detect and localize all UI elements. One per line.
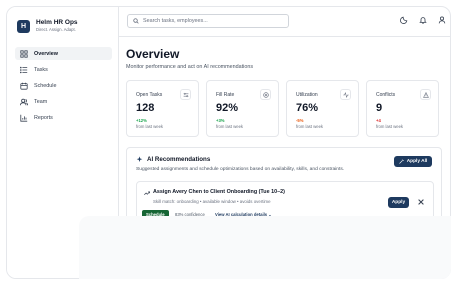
apply-button[interactable]: Apply [388,197,409,208]
users-icon [20,98,28,105]
grid-icon [20,49,28,58]
moon-icon[interactable] [400,16,408,24]
sidebar-nav: Overview Tasks Schedule Team Reports [15,47,112,127]
metric-delta: +4 [376,118,381,123]
list-icon [20,66,28,73]
metric-label: Utilization [296,92,318,98]
sidebar-item-label: Overview [34,50,58,57]
sidebar-item-schedule[interactable]: Schedule [15,79,112,92]
bell-icon[interactable] [419,16,427,24]
sliders-icon [183,92,188,97]
metric-from: from last week [296,124,323,129]
metric-delta: +12% [136,118,147,123]
topbar [119,7,450,37]
bottom-overlay [79,216,451,279]
sidebar-item-label: Tasks [34,66,48,73]
sidebar-item-tasks[interactable]: Tasks [15,63,112,76]
metric-label: Fill Rate [216,92,235,98]
app-subtitle: Direct. Assign. Adapt. [36,27,76,32]
sparkle-icon [136,156,143,162]
sidebar-item-label: Schedule [34,82,57,89]
metric-icon-box [260,89,271,100]
user-icon[interactable] [438,16,446,24]
sidebar-item-overview[interactable]: Overview [15,47,112,60]
app-title: Helm HR Ops [36,19,78,26]
ai-description: Suggested assignments and schedule optim… [136,167,345,172]
wand-icon [398,159,404,164]
topbar-actions [400,16,446,24]
page-subtitle: Monitor performance and act on AI recomm… [126,64,254,70]
metric-from: from last week [136,124,163,129]
logo: H [17,20,30,33]
brand: H Helm HR Ops Direct. Assign. Adapt. [17,19,78,33]
metric-label: Conflicts [376,92,396,98]
sidebar-item-team[interactable]: Team [15,95,112,108]
metric-value: 9 [376,102,383,114]
recommendation-title: Assign Avery Chen to Client Onboarding (… [153,189,285,195]
close-icon[interactable] [417,198,425,206]
sidebar-item-reports[interactable]: Reports [15,111,112,124]
page-title: Overview [126,47,180,61]
warning-icon [422,91,429,98]
chart-icon [20,114,28,122]
ai-header: AI Recommendations [136,156,210,163]
metric-cards: Open Tasks 128 +12% from last week Fill … [126,80,439,137]
metric-label: Open Tasks [136,92,163,98]
pulse-icon [342,91,349,98]
metric-from: from last week [376,124,403,129]
metric-card-fill-rate: Fill Rate 92% +3% from last week [206,80,279,137]
metric-delta: +3% [216,118,225,123]
metric-value: 128 [136,102,155,114]
sidebar-item-label: Reports [34,114,53,121]
metric-card-utilization: Utilization 76% -5% from last week [286,80,359,137]
calendar-icon [20,82,28,90]
search-icon [133,18,139,24]
metric-value: 76% [296,102,319,114]
target-icon [262,91,269,98]
ai-title: AI Recommendations [147,156,211,163]
sidebar-item-label: Team [34,98,48,105]
metric-icon-box [340,89,351,100]
metric-delta: -5% [296,118,304,123]
metric-icon-box [180,89,191,100]
metric-value: 92% [216,102,239,114]
metric-card-conflicts: Conflicts 9 +4 from last week [366,80,439,137]
search-input[interactable] [143,18,283,24]
metric-card-open-tasks: Open Tasks 128 +12% from last week [126,80,199,137]
trend-icon [144,191,150,196]
apply-all-label: Apply All [406,159,428,164]
metric-icon-box [420,89,431,100]
recommendation-description: Skill match: onboarding • available wind… [153,199,271,204]
search-box [127,14,289,28]
apply-all-button[interactable]: Apply All [394,156,432,167]
metric-from: from last week [216,124,243,129]
